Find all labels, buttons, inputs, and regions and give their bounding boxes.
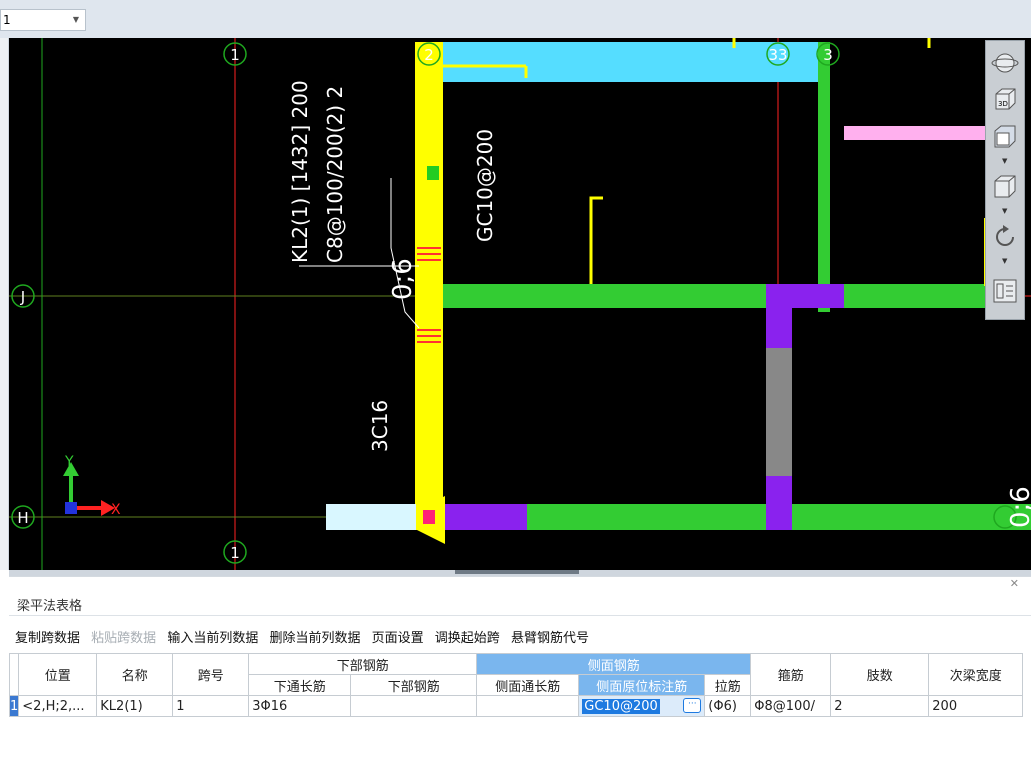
beam-pink [844,126,994,140]
beam-cyan-top [440,42,819,82]
drawing-canvas[interactable]: 1 2 33 3 J H 1 KL2(1) [1432] 200 C8@100/… [9,38,1031,570]
cube-view-icon[interactable] [991,173,1019,201]
orbit-icon[interactable] [991,49,1019,77]
page-setup-button[interactable]: 页面设置 [372,631,424,646]
axis-label-col3-top: 3 [823,46,833,64]
panel-title: 梁平法表格 [17,599,83,614]
cell-side-through[interactable] [476,695,580,717]
elevation-annotation: 0;6 [388,258,418,300]
cell-bottom-through[interactable]: 3Φ16 [248,695,352,717]
cantilever-code-button[interactable]: 悬臂钢筋代号 [511,631,589,646]
header-name[interactable]: 名称 [96,653,174,696]
close-icon[interactable]: ✕ [1010,577,1019,590]
delete-column-data-button[interactable]: 删除当前列数据 [269,631,360,646]
ucs-icon: Y X [63,454,121,518]
chevron-down-icon: ▼ [72,15,79,24]
axis-label-col2-top: 2 [424,46,434,64]
layout-icon[interactable] [991,277,1019,305]
cell-bottom-rebar[interactable] [350,695,478,717]
header-span[interactable]: 跨号 [172,653,250,696]
top-toolbar: 1 ▼ [0,0,1031,39]
column-purple-j-stem [766,308,792,348]
beam-yellow-kl2 [415,42,443,530]
header-position[interactable]: 位置 [18,653,98,696]
header-side-through[interactable]: 侧面通长筋 [476,674,580,696]
swap-start-span-button[interactable]: 调换起始跨 [435,631,500,646]
axis-label-row-h: H [17,509,28,527]
header-bottom-group: 下部钢筋 [248,653,478,675]
header-side-marked[interactable]: 侧面原位标注筋 [578,674,706,696]
cell-span[interactable]: 1 [172,695,250,717]
chevron-down-icon[interactable]: ▼ [1002,157,1007,165]
copy-span-data-button[interactable]: 复制跨数据 [15,631,80,646]
header-tie[interactable]: 拉筋 [704,674,752,696]
axis-label-col1-bottom: 1 [230,544,240,562]
svg-text:3D: 3D [998,100,1008,108]
beam-table-panel: ✕ 梁平法表格 复制跨数据 粘贴跨数据 输入当前列数据 删除当前列数据 页面设置… [8,576,1031,769]
table-row[interactable]: 1 <2,H;2,... KL2(1) 1 3Φ16 GC10@200 ··· … [8,695,1024,717]
svg-text:Y: Y [64,454,74,470]
axis-label-row-j: J [20,288,25,306]
side-marked-input[interactable]: GC10@200 [582,698,660,714]
right-elevation-annotation: 0;6 [1006,486,1031,528]
header-side-group: 侧面钢筋 [476,653,752,675]
svg-text:X: X [111,502,121,518]
header-stirrup[interactable]: 箍筋 [750,653,832,696]
header-legs[interactable]: 肢数 [830,653,930,696]
layer-select-value: 1 [3,13,11,27]
beam-name-annotation: KL2(1) [1432] 200 [288,80,312,263]
chevron-down-icon[interactable]: ▼ [1002,257,1007,265]
beam-green-col3 [818,42,830,312]
cell-position[interactable]: <2,H;2,... [18,695,98,717]
cell-tie[interactable]: (Φ6) [704,695,752,717]
axis-label-col1-top: 1 [230,46,240,64]
bottom-rebar-annotation: 3C16 [368,400,392,452]
beam-grey-vertical [766,348,792,476]
row-number[interactable]: 1 [8,695,20,717]
column-purple-h [766,476,792,530]
cell-secondary-width[interactable]: 200 [928,695,1024,717]
splitter-grip[interactable] [455,570,579,574]
axis-label-col33-top: 33 [768,46,787,64]
beam-lightcyan-h [326,504,416,530]
front-view-icon[interactable] [991,123,1019,151]
cell-name[interactable]: KL2(1) [96,695,174,717]
column-purple-j [766,284,844,308]
header-secondary-width[interactable]: 次梁宽度 [928,653,1024,696]
input-column-data-button[interactable]: 输入当前列数据 [167,631,258,646]
beam-purple-h [445,504,527,530]
side-rebar-annotation: GC10@200 [473,129,497,242]
cell-stirrup[interactable]: Φ8@100/ [750,695,832,717]
cell-side-marked[interactable]: GC10@200 ··· [578,695,706,717]
paste-span-data-button[interactable]: 粘贴跨数据 [91,631,156,646]
header-bottom-rebar[interactable]: 下部钢筋 [350,674,478,696]
beam-green-j [440,284,1000,308]
ellipsis-icon[interactable]: ··· [683,698,702,713]
beam-table: 位置 名称 跨号 下部钢筋 侧面钢筋 箍筋 肢数 次梁宽度 下通长筋 下部钢筋 … [8,653,1024,717]
layer-select[interactable]: 1 ▼ [0,9,86,31]
left-dock-strip [0,38,9,570]
rotate-icon[interactable] [991,223,1019,251]
panel-toolbar: 复制跨数据 粘贴跨数据 输入当前列数据 删除当前列数据 页面设置 调换起始跨 悬… [15,627,596,647]
cell-legs[interactable]: 2 [830,695,930,717]
3d-view-icon[interactable]: 3D [991,85,1019,113]
stirrup-annotation: C8@100/200(2) 2 [323,86,347,263]
view-toolbar: 3D ▼ ▼ ▼ [985,40,1025,320]
chevron-down-icon[interactable]: ▼ [1002,207,1007,215]
header-bottom-through[interactable]: 下通长筋 [248,674,352,696]
